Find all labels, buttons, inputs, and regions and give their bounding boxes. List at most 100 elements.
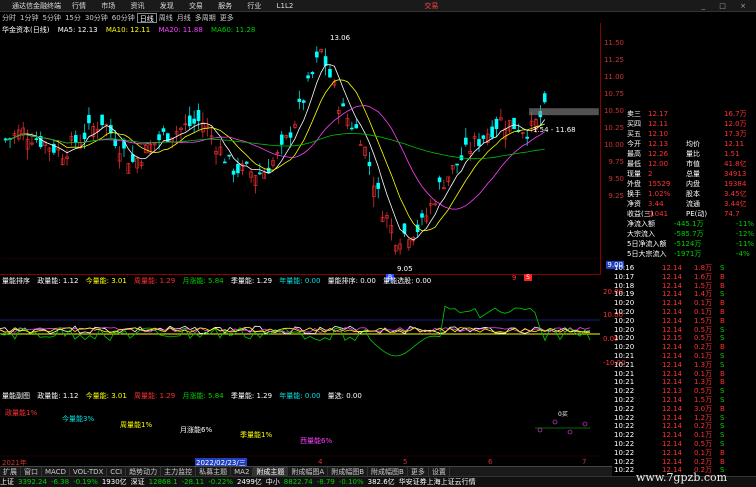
price-tick: 10.50 [603, 107, 624, 115]
indicator-tab[interactable]: 附成主题 [253, 466, 289, 477]
menu-item-industry[interactable]: 行业 [247, 2, 261, 10]
indicator-tab[interactable]: VOL-TDX [70, 467, 108, 476]
candle-body [437, 177, 442, 183]
quote-right-value: 12.0万 [724, 120, 747, 128]
indicator-tab[interactable]: 窗口 [21, 466, 42, 477]
menu-item-service[interactable]: 服务 [218, 2, 232, 10]
period-tab[interactable]: 15分 [63, 13, 83, 23]
tick-time: 10:21 [614, 352, 635, 360]
tick-list[interactable]: 10:16 12.14 1.8万 S 10:17 12.14 1.6万 B 10:18 12.14… [612, 264, 756, 486]
indicator-tab[interactable]: 主力监控 [161, 466, 197, 477]
tick-time: 10:20 [614, 325, 635, 334]
watermark: www.7gpzb.com [636, 471, 728, 484]
tick-price: 12.14 [662, 299, 683, 308]
quote-label: 最低 [627, 160, 641, 168]
indicator-tab[interactable]: 附成幅图A [288, 466, 329, 477]
menu-item-news[interactable]: 资讯 [130, 2, 144, 10]
tick-price: 12.14 [662, 343, 683, 352]
quote-value: -5124万 [674, 240, 702, 248]
sub1-item: 量能选股: 0.00 [383, 277, 432, 285]
indicator-tab[interactable]: MA2 [231, 467, 254, 476]
period-tab[interactable]: 30分钟 [83, 13, 110, 23]
tick-price: 12.14 [662, 431, 683, 440]
sz-label[interactable]: 深证 [131, 477, 145, 487]
tick-time: 10:21 [614, 369, 635, 378]
quote-row: 5日净流入额 -5124万 -11% [626, 240, 756, 249]
indicator-tab[interactable]: 附成幅图B [328, 466, 369, 477]
period-tab[interactable]: 5分钟 [40, 13, 62, 23]
quote-right-value: -4% [736, 250, 750, 258]
sh-label[interactable]: 上证 [0, 477, 14, 487]
cy-label[interactable]: 中小 [266, 477, 280, 487]
period-tab[interactable]: 周线 [157, 13, 175, 23]
period-tab[interactable]: 月线 [175, 13, 193, 23]
quote-right-value: 19384 [724, 180, 747, 188]
period-tab[interactable]: 1分钟 [18, 13, 40, 23]
tick-price: 12.14 [662, 378, 683, 387]
quote-label: 净流入额 [627, 220, 655, 228]
tick-volume: 0.1万 [694, 369, 713, 378]
candle-body [315, 51, 319, 58]
indicator-tab[interactable]: 更多 [408, 466, 429, 477]
candlestick-chart[interactable] [0, 23, 600, 275]
tick-row: 10:22 12.14 1.5万 S [612, 396, 756, 404]
menu-item-market[interactable]: 市场 [101, 2, 115, 10]
quote-right-value: 3.44亿 [724, 200, 747, 208]
tick-price: 12.14 [662, 272, 683, 281]
indicator-tab[interactable]: 附成幅图B [368, 466, 408, 477]
period-tab[interactable]: 60分钟 [110, 13, 137, 23]
quote-label: 大宗流入 [627, 230, 655, 238]
menu-item-trade[interactable]: 交易 [189, 2, 203, 10]
tick-direction: B [720, 404, 725, 413]
indicator-tab[interactable]: MACD [42, 467, 70, 476]
tick-volume: 1.6万 [694, 272, 713, 281]
tick-time: 10:19 [614, 290, 635, 299]
menu-item-quotes[interactable]: 行情 [72, 2, 86, 10]
quote-row: 5日大宗流入 -1971万 -4% [626, 250, 756, 259]
tick-row: 10:22 12.14 1.2万 S [612, 414, 756, 422]
candle-body [477, 139, 481, 147]
quote-value: 3.44 [648, 200, 664, 208]
indicator-tab[interactable]: 设置 [429, 466, 450, 477]
candle-body [87, 114, 91, 124]
price-tick: 9.50 [608, 175, 624, 183]
tick-direction: B [720, 272, 725, 281]
tick-price: 12.14 [662, 325, 683, 334]
tick-row: 10:21 12.14 1.3万 B [612, 378, 756, 386]
tick-time: 10:22 [614, 396, 635, 404]
indicator-tab[interactable]: 趋势动力 [126, 466, 162, 477]
menu-item-discover[interactable]: 发现 [160, 2, 174, 10]
sub2-label: 西量能6% [300, 437, 333, 445]
candle-body [490, 126, 494, 138]
sub1-item: 政量能: 1.12 [37, 277, 79, 285]
tick-volume: 3.0万 [694, 404, 713, 413]
sub1-item: 量能排序: 0.00 [327, 277, 376, 285]
period-tab-active[interactable]: 日线 [136, 12, 157, 23]
sub2-label: 政量能1% [5, 409, 38, 417]
menu-item-l1l2[interactable]: L1L2 [277, 2, 294, 10]
trade-brand[interactable]: 交易 [424, 1, 438, 11]
quote-right-value: 16.7万 [724, 110, 747, 118]
quote-label: 5日净流入额 [627, 240, 667, 248]
tick-price: 12.13 [662, 387, 683, 396]
window-controls[interactable]: _ □ × [702, 2, 752, 10]
tick-direction: S [720, 290, 725, 299]
volume-energy-chart[interactable] [0, 276, 600, 388]
tick-time: 10:22 [614, 413, 635, 422]
time-mark: 6 [488, 458, 493, 466]
indicator-tab[interactable]: 扩展 [0, 466, 21, 477]
indicator-tab[interactable]: 私募主题 [196, 466, 232, 477]
candle-body [525, 136, 529, 139]
quote-label: 现量 [627, 170, 641, 178]
range-label: 1.54 - 11.68 [533, 126, 576, 134]
indicator-tab[interactable]: CCI [107, 467, 127, 476]
period-tab[interactable]: 更多 [218, 13, 236, 23]
period-tab[interactable]: 分时 [0, 13, 18, 23]
tick-price: 12.14 [662, 422, 683, 431]
tick-price: 12.14 [662, 440, 683, 448]
candle-body [231, 170, 236, 175]
stock-period-label: 华金资本(日线) [2, 26, 50, 34]
candle-body [223, 161, 227, 164]
quote-right-value: 17.3万 [724, 130, 747, 138]
period-tab[interactable]: 多周期 [193, 13, 218, 23]
